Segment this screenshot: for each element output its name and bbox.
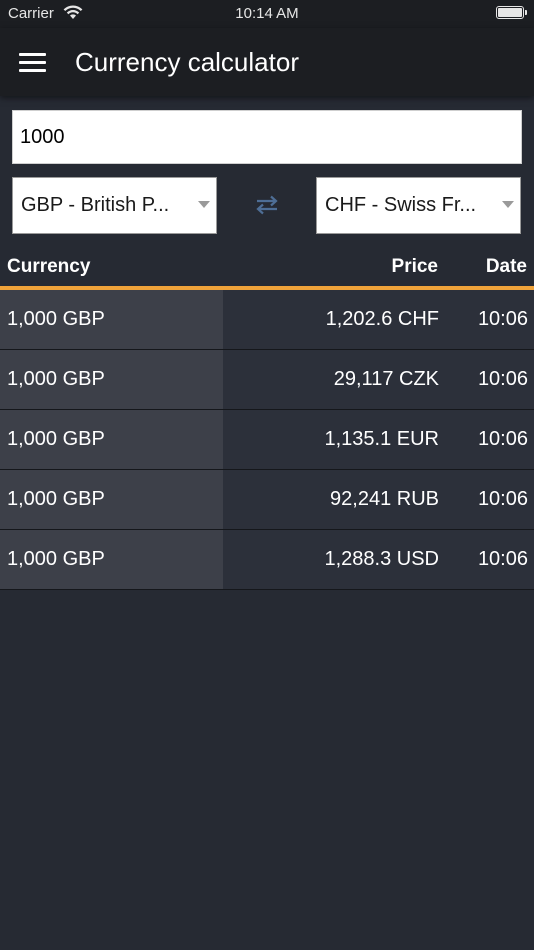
row-price: 1,288.3 USD bbox=[324, 548, 439, 570]
table-row[interactable]: 1,000 GBP 1,288.3 USD 10:06 bbox=[0, 530, 534, 590]
row-date: 10:06 bbox=[477, 488, 528, 510]
table-row[interactable]: 1,000 GBP 1,202.6 CHF 10:06 bbox=[0, 290, 534, 350]
row-date: 10:06 bbox=[477, 308, 528, 330]
chevron-down-icon bbox=[502, 201, 514, 208]
table-row[interactable]: 1,000 GBP 92,241 RUB 10:06 bbox=[0, 470, 534, 530]
chevron-down-icon bbox=[198, 201, 210, 208]
row-price: 1,202.6 CHF bbox=[325, 308, 439, 330]
table-row[interactable]: 1,000 GBP 1,135.1 EUR 10:06 bbox=[0, 410, 534, 470]
rates-list: 1,000 GBP 1,202.6 CHF 10:06 1,000 GBP 29… bbox=[0, 290, 534, 590]
to-currency-select[interactable]: CHF - Swiss Fr... bbox=[316, 177, 521, 234]
row-price: 1,135.1 EUR bbox=[324, 428, 439, 450]
row-amount: 1,000 GBP bbox=[7, 428, 105, 450]
hamburger-menu-icon[interactable] bbox=[19, 53, 46, 73]
menu-line bbox=[19, 61, 46, 64]
row-price: 29,117 CZK bbox=[333, 368, 439, 390]
row-date: 10:06 bbox=[477, 428, 528, 450]
table-header: Currency Price Date bbox=[0, 246, 534, 286]
row-date: 10:06 bbox=[477, 548, 528, 570]
column-header-price: Price bbox=[391, 256, 438, 277]
row-amount: 1,000 GBP bbox=[7, 488, 105, 510]
from-currency-select[interactable]: GBP - British P... bbox=[12, 177, 217, 234]
menu-line bbox=[19, 69, 46, 72]
navigation-bar: Currency calculator bbox=[0, 28, 534, 96]
menu-line bbox=[19, 53, 46, 56]
from-currency-value: GBP - British P... bbox=[21, 194, 170, 216]
to-currency-value: CHF - Swiss Fr... bbox=[325, 194, 477, 216]
amount-input[interactable] bbox=[12, 110, 522, 164]
battery-tip bbox=[525, 10, 527, 15]
battery-icon bbox=[496, 6, 524, 19]
table-row[interactable]: 1,000 GBP 29,117 CZK 10:06 bbox=[0, 350, 534, 410]
column-header-currency: Currency bbox=[7, 256, 91, 277]
row-date: 10:06 bbox=[477, 368, 528, 390]
row-amount: 1,000 GBP bbox=[7, 548, 105, 570]
status-bar: Carrier 10:14 AM bbox=[0, 0, 534, 28]
status-time: 10:14 AM bbox=[235, 5, 299, 22]
row-price: 92,241 RUB bbox=[330, 488, 439, 510]
row-amount: 1,000 GBP bbox=[7, 308, 105, 330]
swap-arrows-icon[interactable] bbox=[253, 193, 281, 217]
column-header-date: Date bbox=[485, 256, 527, 277]
page-title: Currency calculator bbox=[75, 47, 299, 77]
row-amount: 1,000 GBP bbox=[7, 368, 105, 390]
